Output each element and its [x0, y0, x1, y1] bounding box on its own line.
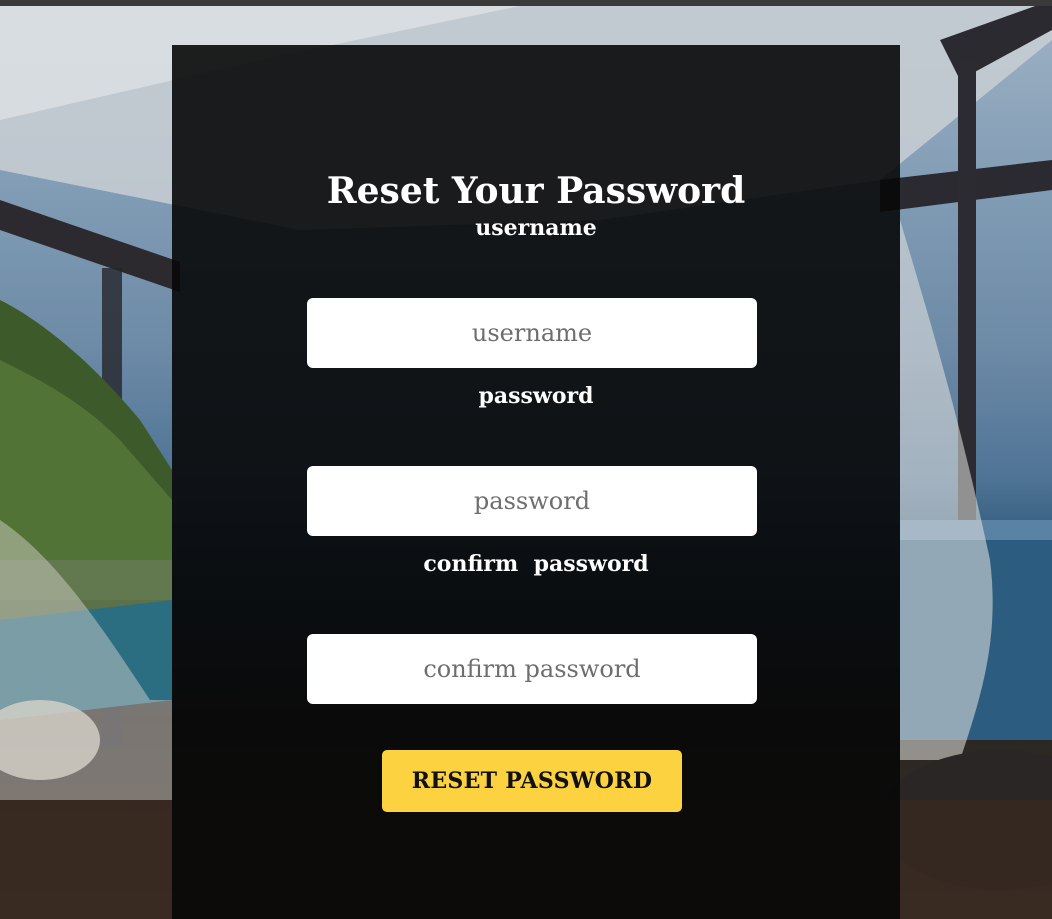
password-input[interactable]	[307, 466, 757, 536]
reset-password-panel: Reset Your Password username password co…	[172, 45, 900, 919]
confirm-password-label: confirm password	[423, 551, 649, 577]
top-border	[0, 0, 1052, 6]
page-title: Reset Your Password	[326, 170, 746, 212]
reset-password-button[interactable]: RESET PASSWORD	[382, 750, 682, 812]
password-label: password	[478, 383, 594, 409]
confirm-password-input[interactable]	[307, 634, 757, 704]
username-input[interactable]	[307, 298, 757, 368]
username-label: username	[475, 215, 597, 241]
